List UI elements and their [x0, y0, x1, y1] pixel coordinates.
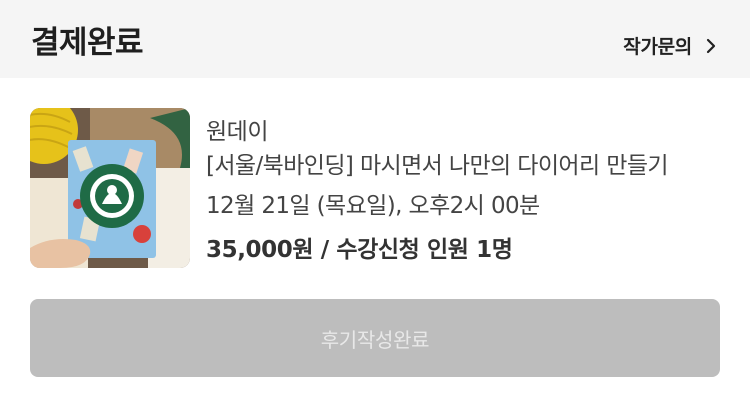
class-schedule: 12월 21일 (목요일), 오후2시 00분: [206, 193, 540, 219]
product-name: [서울/북바인딩] 마시면서 나만의 다이어리 만들기: [206, 153, 669, 179]
maker-name: 원데이: [206, 119, 268, 145]
price-summary: 35,000원 / 수강신청 인원 1명: [206, 237, 513, 263]
write-review-button[interactable]: 후기작성완료: [30, 299, 720, 377]
page-header: 결제완료 작가문의: [0, 0, 750, 78]
contact-artist-label: 작가문의: [623, 36, 692, 58]
contact-artist-link[interactable]: 작가문의: [623, 32, 720, 59]
chevron-right-icon: [702, 37, 720, 55]
page-title: 결제완료: [31, 25, 144, 61]
product-thumbnail[interactable]: [30, 108, 190, 268]
order-item[interactable]: 원데이 [서울/북바인딩] 마시면서 나만의 다이어리 만들기 12월 21일 …: [30, 108, 720, 270]
